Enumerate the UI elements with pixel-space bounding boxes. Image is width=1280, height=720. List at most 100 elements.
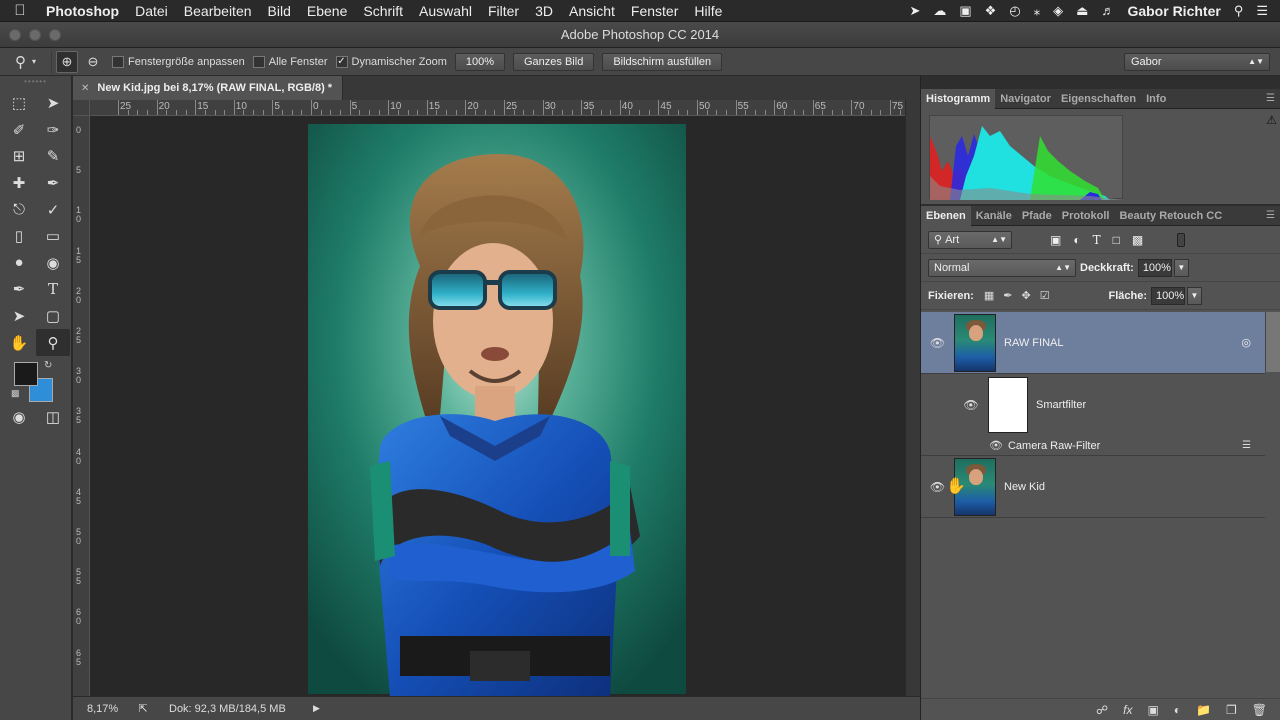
filter-toggle-switch[interactable] xyxy=(1177,232,1186,247)
tab-properties[interactable]: Eigenschaften xyxy=(1056,89,1141,109)
zoom-window-button[interactable] xyxy=(49,28,61,41)
visibility-eye-icon[interactable]: 👁 xyxy=(921,336,954,350)
adjustment-filter-icon[interactable]: ◐ xyxy=(1073,233,1080,247)
link-layers-icon[interactable]: ☍ xyxy=(1096,703,1108,717)
zoom-in-button[interactable]: ⊕ xyxy=(56,50,78,73)
time-machine-icon[interactable]: ◴ xyxy=(1009,3,1020,19)
lock-transparency-icon[interactable]: ▦ xyxy=(984,289,994,302)
smart-filter-badge-icon[interactable]: ◎ xyxy=(1241,336,1251,349)
menu-bearbeiten[interactable]: Bearbeiten xyxy=(176,3,260,19)
new-adjustment-layer-icon[interactable]: ◐ xyxy=(1174,703,1181,717)
tab-histogram[interactable]: Histogramm xyxy=(921,88,996,109)
cloud-icon[interactable]: ☁ xyxy=(933,3,946,19)
blur-tool-icon[interactable]: ● xyxy=(2,250,36,277)
blending-options-icon[interactable]: ☰ xyxy=(1242,440,1251,451)
foreground-color-swatch[interactable] xyxy=(14,361,38,386)
tab-history[interactable]: Protokoll xyxy=(1057,206,1115,226)
forward-icon[interactable]: ➤ xyxy=(909,3,920,19)
minimize-window-button[interactable] xyxy=(29,28,41,41)
quick-mask-icon[interactable]: ◉ xyxy=(2,404,36,431)
zoom-tool-icon[interactable]: ⚲ xyxy=(36,329,70,356)
lasso-tool-icon[interactable]: ✐ xyxy=(2,117,36,144)
scrubby-zoom-checkbox[interactable]: ✓ Dynamischer Zoom xyxy=(335,55,447,68)
zoom-level-field[interactable]: 8,17% xyxy=(73,703,123,715)
smartfilter-mask-thumbnail[interactable] xyxy=(988,377,1028,433)
default-colors-icon[interactable]: ▩ xyxy=(11,388,20,399)
eraser-tool-icon[interactable]: ▯ xyxy=(2,223,36,250)
opacity-field[interactable]: 100% xyxy=(1137,258,1172,277)
dropbox-icon[interactable]: ❖ xyxy=(985,3,997,19)
move-tool-icon[interactable]: ➤ xyxy=(36,90,70,117)
zoom-100-button[interactable]: 100% xyxy=(454,52,505,71)
tab-paths[interactable]: Pfade xyxy=(1017,206,1057,226)
lock-pixels-icon[interactable]: ✒ xyxy=(1003,289,1012,302)
menu-ansicht[interactable]: Ansicht xyxy=(561,3,623,19)
layer-row-new-kid[interactable]: 👁 New Kid xyxy=(921,456,1265,518)
screen-mode-icon[interactable]: ◫ xyxy=(36,404,70,431)
status-menu-arrow-icon[interactable]: ▶ xyxy=(313,703,320,714)
apple-icon[interactable]:  xyxy=(0,2,40,19)
tab-channels[interactable]: Kanäle xyxy=(971,206,1017,226)
panel-menu-icon[interactable]: ☰ xyxy=(1266,93,1275,104)
smartfilter-row[interactable]: 👁 Smartfilter xyxy=(921,374,1265,436)
zoom-tool-preset-picker[interactable]: ⚲ ▾ xyxy=(0,50,52,73)
opacity-slider-button[interactable]: ▼ xyxy=(1173,258,1189,277)
camera-raw-filter-row[interactable]: 👁 Camera Raw-Filter ☰ xyxy=(921,436,1265,456)
fit-window-checkbox[interactable]: Fenstergröße anpassen xyxy=(112,55,245,68)
warning-icon[interactable]: ⚠ xyxy=(1266,113,1277,127)
type-tool-icon[interactable]: T xyxy=(36,276,70,303)
all-windows-checkbox[interactable]: Alle Fenster xyxy=(252,55,328,68)
menu-fenster[interactable]: Fenster xyxy=(623,3,686,19)
menu-filter[interactable]: Filter xyxy=(480,3,527,19)
fill-slider-button[interactable]: ▼ xyxy=(1187,286,1202,305)
type-filter-icon[interactable]: T xyxy=(1093,233,1101,247)
canvas-area[interactable] xyxy=(90,116,905,696)
pixel-filter-icon[interactable]: ▣ xyxy=(1050,233,1061,247)
tab-layers[interactable]: Ebenen xyxy=(921,205,971,226)
workspace-select[interactable]: Gabor ▲▼ xyxy=(1124,52,1270,71)
delete-layer-icon[interactable]: 🗑 xyxy=(1252,703,1267,717)
notification-list-icon[interactable]: ☰ xyxy=(1256,3,1268,19)
clone-stamp-tool-icon[interactable]: ⎋ xyxy=(2,196,36,223)
layer-row-raw-final[interactable]: 👁 RAW FINAL ◎ xyxy=(921,312,1265,374)
zoom-out-button[interactable]: ⊖ xyxy=(82,51,104,73)
document-tab[interactable]: ✕ New Kid.jpg bei 8,17% (RAW FINAL, RGB/… xyxy=(73,76,344,100)
layer-thumbnail[interactable] xyxy=(954,313,996,372)
bluetooth-icon[interactable]: ⁎ xyxy=(1034,3,1041,19)
user-name[interactable]: Gabor Richter xyxy=(1127,3,1220,19)
brush-tool-icon[interactable]: ✒ xyxy=(36,170,70,197)
layer-style-icon[interactable]: fx xyxy=(1123,703,1132,717)
volume-icon[interactable]: ♬ xyxy=(1101,3,1114,18)
ruler-origin[interactable] xyxy=(73,100,90,116)
eject-icon[interactable]: ⏏ xyxy=(1076,3,1088,19)
healing-brush-tool-icon[interactable]: ✚ xyxy=(2,170,36,197)
path-selection-tool-icon[interactable]: ➤ xyxy=(2,303,36,330)
hand-tool-icon[interactable]: ✋ xyxy=(2,329,36,356)
history-brush-tool-icon[interactable]: ✓ xyxy=(36,196,70,223)
fit-screen-button[interactable]: Ganzes Bild xyxy=(513,52,595,71)
quick-selection-tool-icon[interactable]: ✑ xyxy=(36,117,70,144)
document-canvas[interactable] xyxy=(90,116,905,696)
menu-3d[interactable]: 3D xyxy=(527,3,561,19)
menu-auswahl[interactable]: Auswahl xyxy=(411,3,480,19)
close-tab-icon[interactable]: ✕ xyxy=(81,83,89,94)
monitor-icon[interactable]: ▣ xyxy=(959,3,971,19)
menu-schrift[interactable]: Schrift xyxy=(355,3,411,19)
layers-scrollbar[interactable] xyxy=(1265,312,1280,372)
vertical-ruler[interactable]: 0 5 10 15 20 25 30 35 40 45 50 55 60 65 xyxy=(73,116,90,696)
wifi-icon[interactable]: ◈ xyxy=(1053,3,1063,19)
tab-navigator[interactable]: Navigator xyxy=(995,89,1056,109)
tab-info[interactable]: Info xyxy=(1141,89,1171,109)
dodge-tool-icon[interactable]: ◉ xyxy=(36,250,70,277)
lock-all-icon[interactable]: ☑ xyxy=(1040,289,1050,302)
panel-menu-icon[interactable]: ☰ xyxy=(1266,210,1275,221)
menu-ebene[interactable]: Ebene xyxy=(299,3,355,19)
smart-object-filter-icon[interactable]: ▩ xyxy=(1132,233,1143,247)
menu-photoshop[interactable]: Photoshop xyxy=(40,3,127,19)
rectangle-tool-icon[interactable]: ▢ xyxy=(36,303,70,330)
add-mask-icon[interactable]: ▣ xyxy=(1147,703,1158,717)
new-group-icon[interactable]: 📁 xyxy=(1196,703,1211,717)
marquee-tool-icon[interactable]: ⬚ xyxy=(2,90,36,117)
swap-colors-icon[interactable]: ↻ xyxy=(44,360,52,371)
pen-tool-icon[interactable]: ✒ xyxy=(2,276,36,303)
